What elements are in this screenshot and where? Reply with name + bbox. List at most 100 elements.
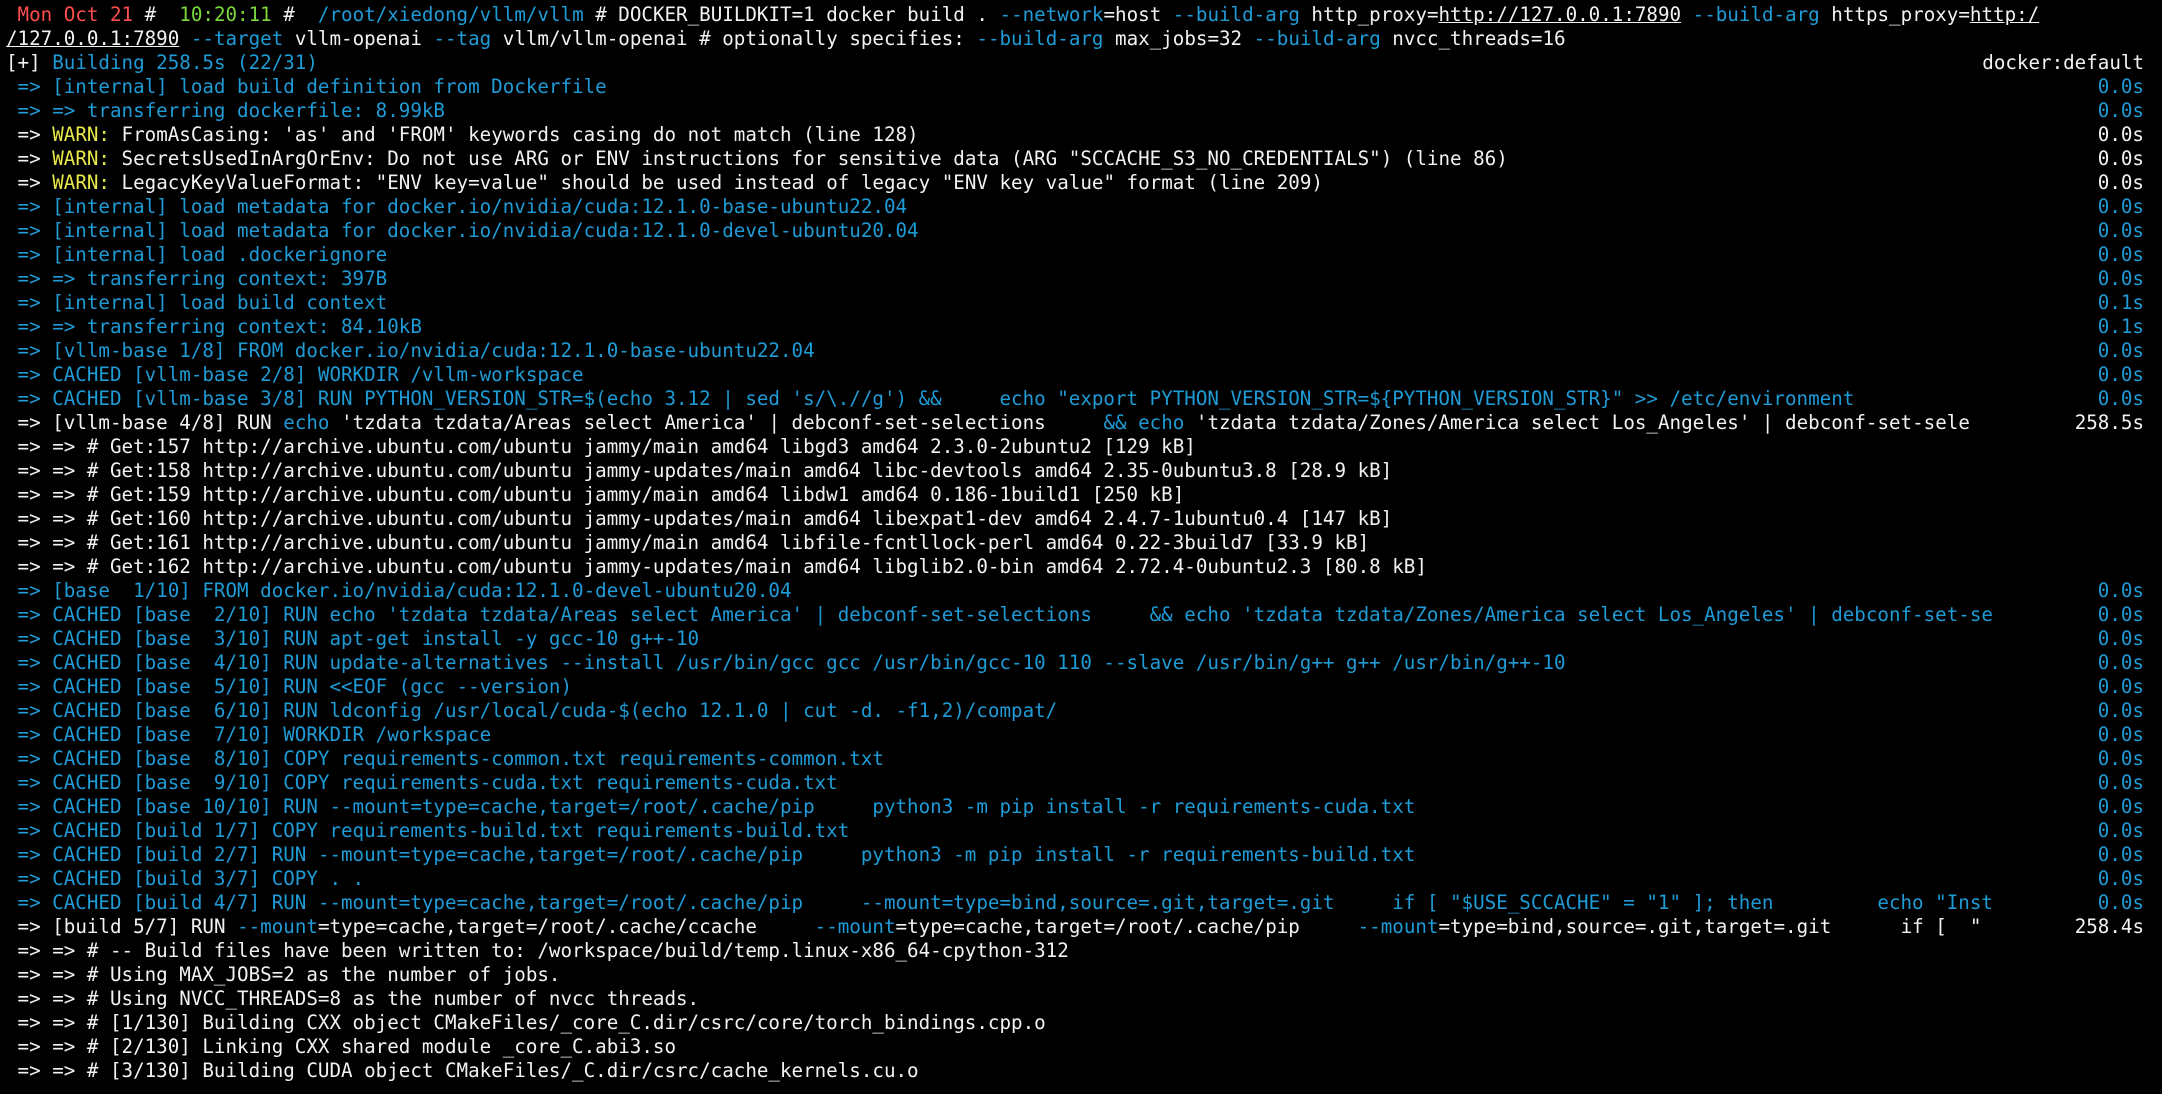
log-text: => [internal] load .dockerignore — [6, 243, 388, 266]
log-text: => => # [1/130] Building CXX object CMak… — [6, 1011, 1046, 1034]
log-line: => WARN: FromAsCasing: 'as' and 'FROM' k… — [0, 123, 2162, 147]
log-line: => CACHED [build 3/7] COPY . . 0.0s — [0, 867, 2162, 891]
log-text: => CACHED [vllm-base 2/8] WORKDIR /vllm-… — [6, 363, 584, 386]
command-flag: --build-arg — [1172, 3, 1300, 26]
log-line: => WARN: SecretsUsedInArgOrEnv: Do not u… — [0, 147, 2162, 171]
log-text: => [internal] load build definition from… — [6, 75, 607, 98]
log-line: => => # Get:161 http://archive.ubuntu.co… — [0, 531, 2162, 555]
build-status-line: [+] Building 258.5s (22/31) docker:defaul… — [0, 51, 2162, 75]
proxy-url-link[interactable]: http://127.0.0.1:7890 — [1439, 3, 1682, 26]
log-line: => CACHED [base 8/10] COPY requirements-… — [0, 747, 2162, 771]
command-comment: # optionally specifies: — [699, 27, 977, 50]
terminal-window[interactable]: Mon Oct 21 # 10:20:11 # /root/xiedong/vl… — [0, 0, 2162, 1094]
log-text: => CACHED [base 8/10] COPY requirements-… — [6, 747, 884, 770]
step-duration: 0.0s — [2097, 651, 2144, 674]
log-text: => CACHED [base 2/10] RUN echo 'tzdata t… — [6, 603, 1993, 626]
log-text: => => # Using MAX_JOBS=2 as the number o… — [6, 963, 561, 986]
log-text: => CACHED [base 4/10] RUN update-alterna… — [6, 651, 1566, 674]
log-line: => [build 5/7] RUN --mount=type=cache,ta… — [0, 915, 2162, 939]
log-line: => CACHED [base 9/10] COPY requirements-… — [0, 771, 2162, 795]
step-duration: 0.0s — [2097, 891, 2144, 914]
log-arrow: => — [6, 147, 53, 170]
step-text: [vllm-base 4/8] RUN — [52, 411, 284, 434]
log-line: => CACHED [base 7/10] WORKDIR /workspace… — [0, 723, 2162, 747]
log-text: => => # [2/130] Linking CXX shared modul… — [6, 1035, 677, 1058]
log-line: => => # [3/130] Building CUDA object CMa… — [0, 1059, 2162, 1083]
warn-message: SecretsUsedInArgOrEnv: Do not use ARG or… — [109, 147, 1508, 170]
command-flag: --build-arg — [1253, 27, 1381, 50]
log-text: => [base 1/10] FROM docker.io/nvidia/cud… — [6, 579, 792, 602]
log-text: => => # Get:159 http://archive.ubuntu.co… — [6, 483, 1185, 506]
log-line: => => # Get:157 http://archive.ubuntu.co… — [0, 435, 2162, 459]
log-text: => => # [3/130] Building CUDA object CMa… — [6, 1059, 919, 1082]
warn-label: WARN: — [52, 171, 110, 194]
command-flag: --build-arg — [1692, 3, 1820, 26]
log-line: => CACHED [base 2/10] RUN echo 'tzdata t… — [0, 603, 2162, 627]
command-text: max_jobs=32 — [1103, 27, 1254, 50]
log-text: => CACHED [base 9/10] COPY requirements-… — [6, 771, 838, 794]
log-line: => [internal] load .dockerignore 0.0s — [0, 243, 2162, 267]
command-text — [1681, 3, 1693, 26]
step-duration: 0.0s — [2097, 267, 2144, 290]
log-line: => CACHED [build 1/7] COPY requirements-… — [0, 819, 2162, 843]
command-text: vllm/vllm-openai — [491, 27, 700, 50]
log-text: => => # -- Build files have been written… — [6, 939, 1069, 962]
log-line: => [internal] load build definition from… — [0, 75, 2162, 99]
step-duration: 0.0s — [2097, 243, 2144, 266]
log-line: => WARN: LegacyKeyValueFormat: "ENV key=… — [0, 171, 2162, 195]
step-text: =type=cache,target=/root/.cache/pip — [895, 915, 1358, 938]
log-line: => CACHED [base 4/10] RUN update-alterna… — [0, 651, 2162, 675]
step-keyword: --mount — [814, 915, 896, 938]
proxy-url-link[interactable]: /127.0.0.1:7890 — [6, 27, 179, 50]
log-line: => [base 1/10] FROM docker.io/nvidia/cud… — [0, 579, 2162, 603]
log-line: => => # Using MAX_JOBS=2 as the number o… — [0, 963, 2162, 987]
step-duration: 0.0s — [2097, 603, 2144, 626]
log-line: => CACHED [base 6/10] RUN ldconfig /usr/… — [0, 699, 2162, 723]
step-text: =type=cache,target=/root/.cache/ccache — [317, 915, 815, 938]
step-duration: 0.0s — [2097, 195, 2144, 218]
log-text: => => # Get:158 http://archive.ubuntu.co… — [6, 459, 1393, 482]
log-text: => CACHED [build 2/7] RUN --mount=type=c… — [6, 843, 1416, 866]
step-duration: 0.0s — [2097, 99, 2144, 122]
step-duration: 0.1s — [2097, 315, 2144, 338]
log-line: => => transferring context: 397B 0.0s — [0, 267, 2162, 291]
log-line: => => # Get:162 http://archive.ubuntu.co… — [0, 555, 2162, 579]
log-line: => CACHED [base 5/10] RUN <<EOF (gcc --v… — [0, 675, 2162, 699]
status-bracket: [+] — [6, 51, 53, 74]
prompt-hash: # — [595, 3, 619, 26]
log-line: => CACHED [vllm-base 2/8] WORKDIR /vllm-… — [0, 363, 2162, 387]
prompt-line-2: /127.0.0.1:7890 --target vllm-openai --t… — [0, 27, 2162, 51]
prompt-separator: # — [283, 3, 295, 26]
step-text: 'tzdata tzdata/Areas select America' | d… — [329, 411, 1104, 434]
warn-label: WARN: — [52, 123, 110, 146]
step-duration: 0.0s — [2097, 843, 2144, 866]
warn-message: LegacyKeyValueFormat: "ENV key=value" sh… — [109, 171, 1323, 194]
log-text: => [internal] load metadata for docker.i… — [6, 219, 919, 242]
log-line: => CACHED [build 4/7] RUN --mount=type=c… — [0, 891, 2162, 915]
step-keyword: --mount — [237, 915, 318, 938]
log-text: => => # Get:157 http://archive.ubuntu.co… — [6, 435, 1196, 458]
proxy-url-link[interactable]: http:/ — [1970, 3, 2039, 26]
log-line: => [vllm-base 1/8] FROM docker.io/nvidia… — [0, 339, 2162, 363]
command-text: https_proxy= — [1819, 3, 1970, 26]
step-duration: 0.0s — [2097, 675, 2144, 698]
log-arrow: => — [6, 915, 53, 938]
log-text: => => transferring context: 397B — [6, 267, 388, 290]
step-duration: 0.0s — [2097, 579, 2144, 602]
log-text: => CACHED [base 7/10] WORKDIR /workspace — [6, 723, 492, 746]
log-text: => [internal] load metadata for docker.i… — [6, 195, 908, 218]
log-line: => => transferring context: 84.10kB 0.1s — [0, 315, 2162, 339]
build-log: => [internal] load build definition from… — [0, 75, 2162, 1083]
step-duration: 0.0s — [2097, 75, 2144, 98]
prompt-separator: # — [144, 3, 157, 26]
prompt-line-1: Mon Oct 21 # 10:20:11 # /root/xiedong/vl… — [0, 3, 2162, 27]
prompt-cwd: /root/xiedong/vllm/vllm — [294, 3, 596, 26]
command-text: DOCKER_BUILDKIT=1 docker build . — [618, 3, 1000, 26]
log-text: => CACHED [build 3/7] COPY . . — [6, 867, 365, 890]
warn-label: WARN: — [52, 147, 110, 170]
log-arrow: => — [6, 411, 53, 434]
step-duration: 0.0s — [2097, 387, 2144, 410]
step-duration: 0.0s — [2097, 339, 2144, 362]
log-text: => CACHED [base 10/10] RUN --mount=type=… — [6, 795, 1416, 818]
step-keyword: && echo — [1103, 411, 1185, 434]
